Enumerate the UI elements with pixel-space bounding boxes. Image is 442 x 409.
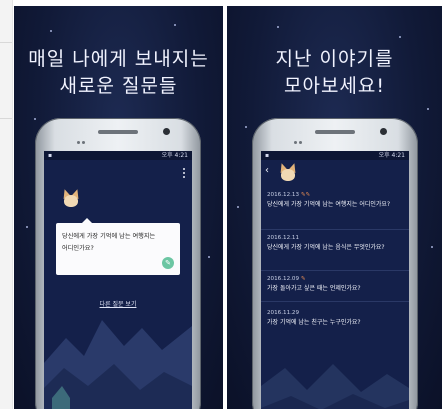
headline-line-2: 모아보세요! <box>283 75 386 97</box>
fox-icon <box>277 161 299 183</box>
entry-date: 2016.12.13 <box>267 192 300 198</box>
strip-divider <box>0 42 12 43</box>
screenshot-panel-story-archive: 지난 이야기를 모아보세요! ▪ 오후 4:21 ‹ 2016.12.13 ✎✎… <box>227 6 442 409</box>
headline-line-1: 매일 나에게 보내지는 <box>28 48 209 70</box>
status-bar: ▪ 오후 4:21 <box>44 151 192 160</box>
headline-line-2: 새로운 질문들 <box>59 75 178 97</box>
notification-icon: ▪ <box>265 152 270 159</box>
list-item[interactable]: 2016.12.13 ✎✎ 당신에게 가장 기억에 남는 여행지는 어디인가요? <box>261 191 409 230</box>
list-item[interactable]: 2016.12.11 당신에게 가장 기억에 남는 음식은 무엇인가요? <box>261 234 409 271</box>
front-camera <box>380 128 387 135</box>
more-vertical-icon[interactable] <box>183 168 186 180</box>
phone-speaker <box>315 130 355 134</box>
phone-mockup: ▪ 오후 4:21 ‹ 2016.12.13 ✎✎ 당신에게 가장 기억에 남는… <box>252 118 418 409</box>
notification-icon: ▪ <box>48 152 53 159</box>
mountain-illustration <box>44 320 192 409</box>
sensor-dots <box>77 129 91 144</box>
divider <box>261 229 409 230</box>
status-bar: ▪ 오후 4:21 <box>261 151 409 160</box>
card-pointer <box>82 218 92 223</box>
phone-mockup: ▪ 오후 4:21 당신에게 가장 기억에 남는 여행지는 어디인가요? ✎ 다… <box>35 118 201 409</box>
front-camera <box>163 128 170 135</box>
chevron-left-icon[interactable]: ‹ <box>265 166 269 176</box>
entry-text: 당신에게 가장 기억에 남는 음식은 무엇인가요? <box>267 244 385 251</box>
strip-divider <box>0 118 12 119</box>
sensor-dots <box>294 129 308 144</box>
phone-speaker <box>98 130 138 134</box>
entry-date: 2016.12.11 <box>267 235 300 241</box>
pencil-mark-icon: ✎✎ <box>300 192 311 198</box>
status-time: 오후 4:21 <box>161 152 188 159</box>
screenshot-panel-daily-questions: 매일 나에게 보내지는 새로운 질문들 ▪ 오후 4:21 당신에게 가장 기억… <box>14 6 223 409</box>
left-edge-strip <box>0 0 13 409</box>
entry-text: 당신에게 가장 기억에 남는 여행지는 어디인가요? <box>267 201 391 208</box>
status-time: 오후 4:21 <box>378 152 405 159</box>
phone-screen: ▪ 오후 4:21 당신에게 가장 기억에 남는 여행지는 어디인가요? ✎ 다… <box>44 151 192 409</box>
fox-icon <box>60 187 82 209</box>
mountain-illustration <box>261 364 409 409</box>
question-text: 당신에게 가장 기억에 남는 여행지는 어디인가요? <box>62 233 156 252</box>
phone-screen: ▪ 오후 4:21 ‹ 2016.12.13 ✎✎ 당신에게 가장 기억에 남는… <box>261 151 409 409</box>
headline-line-1: 지난 이야기를 <box>275 48 394 70</box>
